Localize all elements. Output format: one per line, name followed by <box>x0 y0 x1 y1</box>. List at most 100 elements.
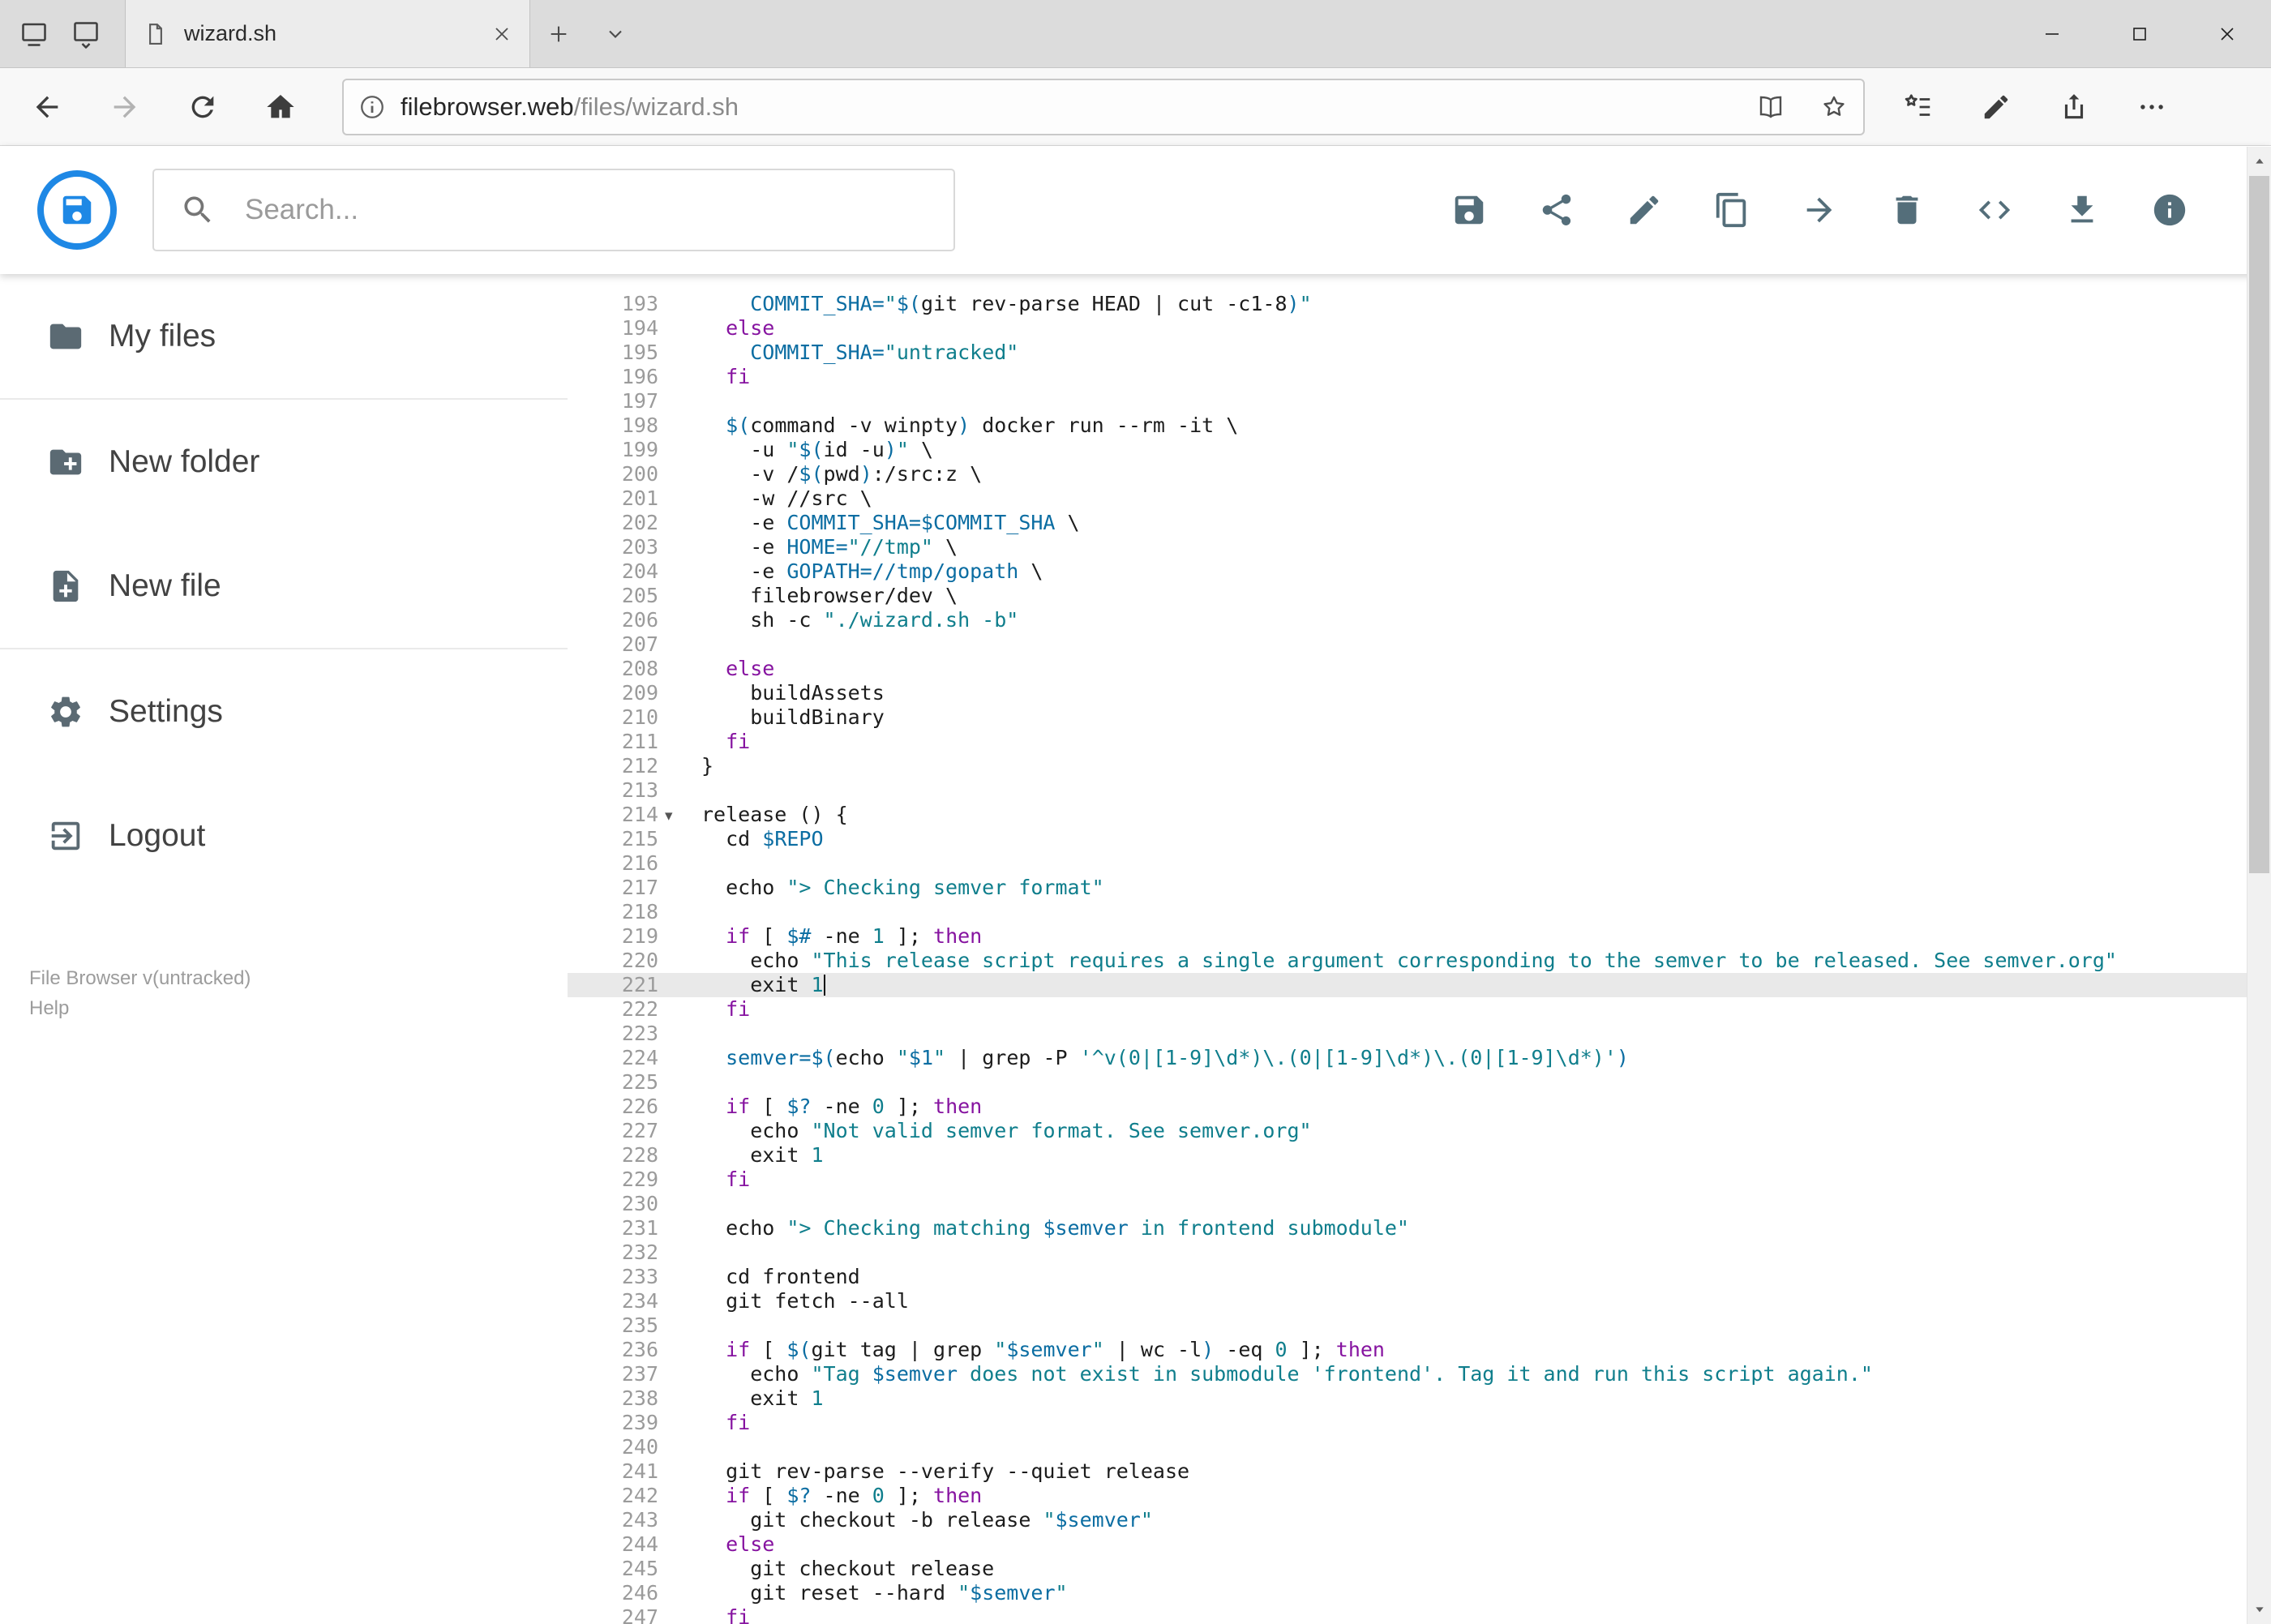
browser-tab[interactable]: wizard.sh <box>125 0 530 67</box>
copy-button[interactable] <box>1713 191 1750 229</box>
settings-more-icon[interactable] <box>2113 68 2191 146</box>
code-line[interactable]: 213 <box>568 778 2247 803</box>
code-line[interactable]: 222 fi <box>568 997 2247 1022</box>
code-line[interactable]: 247 fi <box>568 1605 2247 1624</box>
forward-button[interactable] <box>86 68 164 146</box>
move-button[interactable] <box>1801 191 1838 229</box>
web-notes-pen-icon[interactable] <box>1957 68 2035 146</box>
scrollbar-thumb[interactable] <box>2249 176 2269 873</box>
code-line[interactable]: 218 <box>568 900 2247 924</box>
page-scrollbar[interactable] <box>2247 147 2271 1624</box>
sidebar-item-my-files[interactable]: My files <box>0 274 568 398</box>
code-line[interactable]: 236 if [ $(git tag | grep "$semver" | wc… <box>568 1338 2247 1362</box>
help-link[interactable]: Help <box>29 993 251 1023</box>
fold-marker-icon[interactable]: ▾ <box>665 803 673 828</box>
code-line[interactable]: 244 else <box>568 1532 2247 1557</box>
refresh-button[interactable] <box>164 68 242 146</box>
site-info-icon[interactable] <box>358 93 386 121</box>
rename-button[interactable] <box>1626 191 1663 229</box>
code-line[interactable]: 224 semver=$(echo "$1" | grep -P '^v(0|[… <box>568 1046 2247 1070</box>
scroll-up-arrow-icon[interactable] <box>2247 148 2271 174</box>
code-line[interactable]: 231 echo "> Checking matching $semver in… <box>568 1216 2247 1240</box>
code-line[interactable]: 193 COMMIT_SHA="$(git rev-parse HEAD | c… <box>568 292 2247 316</box>
code-line[interactable]: 240 <box>568 1435 2247 1459</box>
code-line[interactable]: 235 <box>568 1313 2247 1338</box>
code-editor[interactable]: 193 COMMIT_SHA="$(git rev-parse HEAD | c… <box>568 274 2247 1624</box>
code-line[interactable]: 195 COMMIT_SHA="untracked" <box>568 341 2247 365</box>
code-line[interactable]: 203 -e HOME="//tmp" \ <box>568 535 2247 559</box>
reading-view-icon[interactable] <box>1756 92 1785 122</box>
info-button[interactable] <box>2151 191 2188 229</box>
window-minimize-button[interactable] <box>2008 0 2096 68</box>
code-line[interactable]: 214 ▾ release () { <box>568 803 2247 827</box>
sidebar-item-new-folder[interactable]: New folder <box>0 400 568 524</box>
code-line[interactable]: 201 -w //src \ <box>568 486 2247 511</box>
sidebar-item-new-file[interactable]: New file <box>0 524 568 648</box>
back-button[interactable] <box>8 68 86 146</box>
code-text: echo "Not valid semver format. See semve… <box>701 1119 1312 1142</box>
code-line[interactable]: 220 echo "This release script requires a… <box>568 949 2247 973</box>
code-line[interactable]: 230 <box>568 1192 2247 1216</box>
new-tab-button[interactable] <box>530 0 587 68</box>
code-line[interactable]: 199 -u "$(id -u)" \ <box>568 438 2247 462</box>
favorite-star-icon[interactable] <box>1819 92 1849 122</box>
code-line[interactable]: 245 git checkout release <box>568 1557 2247 1581</box>
code-line[interactable]: 196 fi <box>568 365 2247 389</box>
tab-list-chevron-icon[interactable] <box>587 0 644 68</box>
source-view-button[interactable] <box>1976 191 2013 229</box>
code-line[interactable]: 215 cd $REPO <box>568 827 2247 851</box>
code-line[interactable]: 233 cd frontend <box>568 1265 2247 1289</box>
code-line[interactable]: 216 <box>568 851 2247 876</box>
sidebar-item-logout[interactable]: Logout <box>0 773 568 898</box>
search-input[interactable] <box>152 169 955 251</box>
code-line[interactable]: 229 fi <box>568 1168 2247 1192</box>
code-line[interactable]: 228 exit 1 <box>568 1143 2247 1168</box>
code-line[interactable]: 241 git rev-parse --verify --quiet relea… <box>568 1459 2247 1484</box>
window-maximize-button[interactable] <box>2096 0 2183 68</box>
code-line[interactable]: 205 filebrowser/dev \ <box>568 584 2247 608</box>
code-line[interactable]: 207 <box>568 632 2247 657</box>
code-line[interactable]: 238 exit 1 <box>568 1386 2247 1411</box>
code-line[interactable]: 246 git reset --hard "$semver" <box>568 1581 2247 1605</box>
tabs-preview-icon[interactable] <box>71 19 101 49</box>
tab-close-icon[interactable] <box>492 24 512 44</box>
code-line[interactable]: 217 echo "> Checking semver format" <box>568 876 2247 900</box>
code-line[interactable]: 226 if [ $? -ne 0 ]; then <box>568 1095 2247 1119</box>
share-page-icon[interactable] <box>2035 68 2113 146</box>
share-icon <box>1538 191 1575 229</box>
code-line[interactable]: 194 else <box>568 316 2247 341</box>
code-line[interactable]: 234 git fetch --all <box>568 1289 2247 1313</box>
code-line[interactable]: 198 $(command -v winpty) docker run --rm… <box>568 413 2247 438</box>
code-line[interactable]: 200 -v /$(pwd):/src:z \ <box>568 462 2247 486</box>
sidebar-item-settings[interactable]: Settings <box>0 649 568 773</box>
code-line[interactable]: 232 <box>568 1240 2247 1265</box>
code-line[interactable]: 204 -e GOPATH=//tmp/gopath \ <box>568 559 2247 584</box>
download-button[interactable] <box>2063 191 2101 229</box>
code-line[interactable]: 243 git checkout -b release "$semver" <box>568 1508 2247 1532</box>
home-button[interactable] <box>242 68 319 146</box>
code-line[interactable]: 208 else <box>568 657 2247 681</box>
code-line[interactable]: 210 buildBinary <box>568 705 2247 730</box>
code-line[interactable]: 206 sh -c "./wizard.sh -b" <box>568 608 2247 632</box>
code-line[interactable]: 209 buildAssets <box>568 681 2247 705</box>
code-line[interactable]: 211 fi <box>568 730 2247 754</box>
code-line[interactable]: 239 fi <box>568 1411 2247 1435</box>
code-line[interactable]: 223 <box>568 1022 2247 1046</box>
delete-button[interactable] <box>1888 191 1926 229</box>
code-line[interactable]: 219 if [ $# -ne 1 ]; then <box>568 924 2247 949</box>
code-line[interactable]: 225 <box>568 1070 2247 1095</box>
share-button[interactable] <box>1538 191 1575 229</box>
code-line[interactable]: 237 echo "Tag $semver does not exist in … <box>568 1362 2247 1386</box>
code-line[interactable]: 227 echo "Not valid semver format. See s… <box>568 1119 2247 1143</box>
scroll-down-arrow-icon[interactable] <box>2247 1596 2271 1622</box>
code-line[interactable]: 197 <box>568 389 2247 413</box>
code-line[interactable]: 212} <box>568 754 2247 778</box>
code-line[interactable]: 221 exit 1 <box>568 973 2247 997</box>
favorites-hub-icon[interactable] <box>1879 68 1957 146</box>
code-line[interactable]: 242 if [ $? -ne 0 ]; then <box>568 1484 2247 1508</box>
tabs-set-aside-icon[interactable] <box>19 19 49 49</box>
code-line[interactable]: 202 -e COMMIT_SHA=$COMMIT_SHA \ <box>568 511 2247 535</box>
address-bar[interactable]: filebrowser.web/files/wizard.sh <box>342 78 1865 135</box>
window-close-button[interactable] <box>2183 0 2271 68</box>
save-button[interactable] <box>1450 191 1488 229</box>
